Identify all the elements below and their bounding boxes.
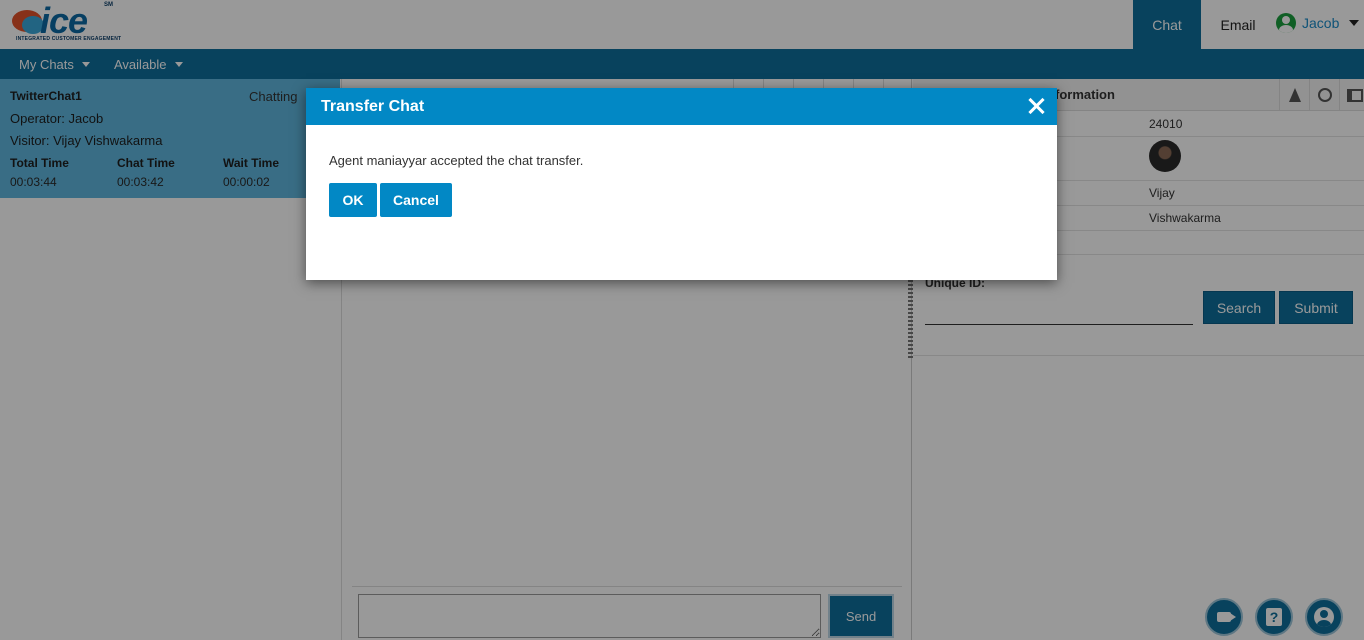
close-icon[interactable] <box>1026 96 1046 116</box>
dialog-header: Transfer Chat <box>306 88 1057 125</box>
cancel-button[interactable]: Cancel <box>380 183 452 217</box>
dialog-title: Transfer Chat <box>321 98 425 115</box>
transfer-chat-dialog: Transfer Chat Agent maniayyar accepted t… <box>306 88 1057 280</box>
dialog-message: Agent maniayyar accepted the chat transf… <box>329 153 584 168</box>
ok-button[interactable]: OK <box>329 183 377 217</box>
